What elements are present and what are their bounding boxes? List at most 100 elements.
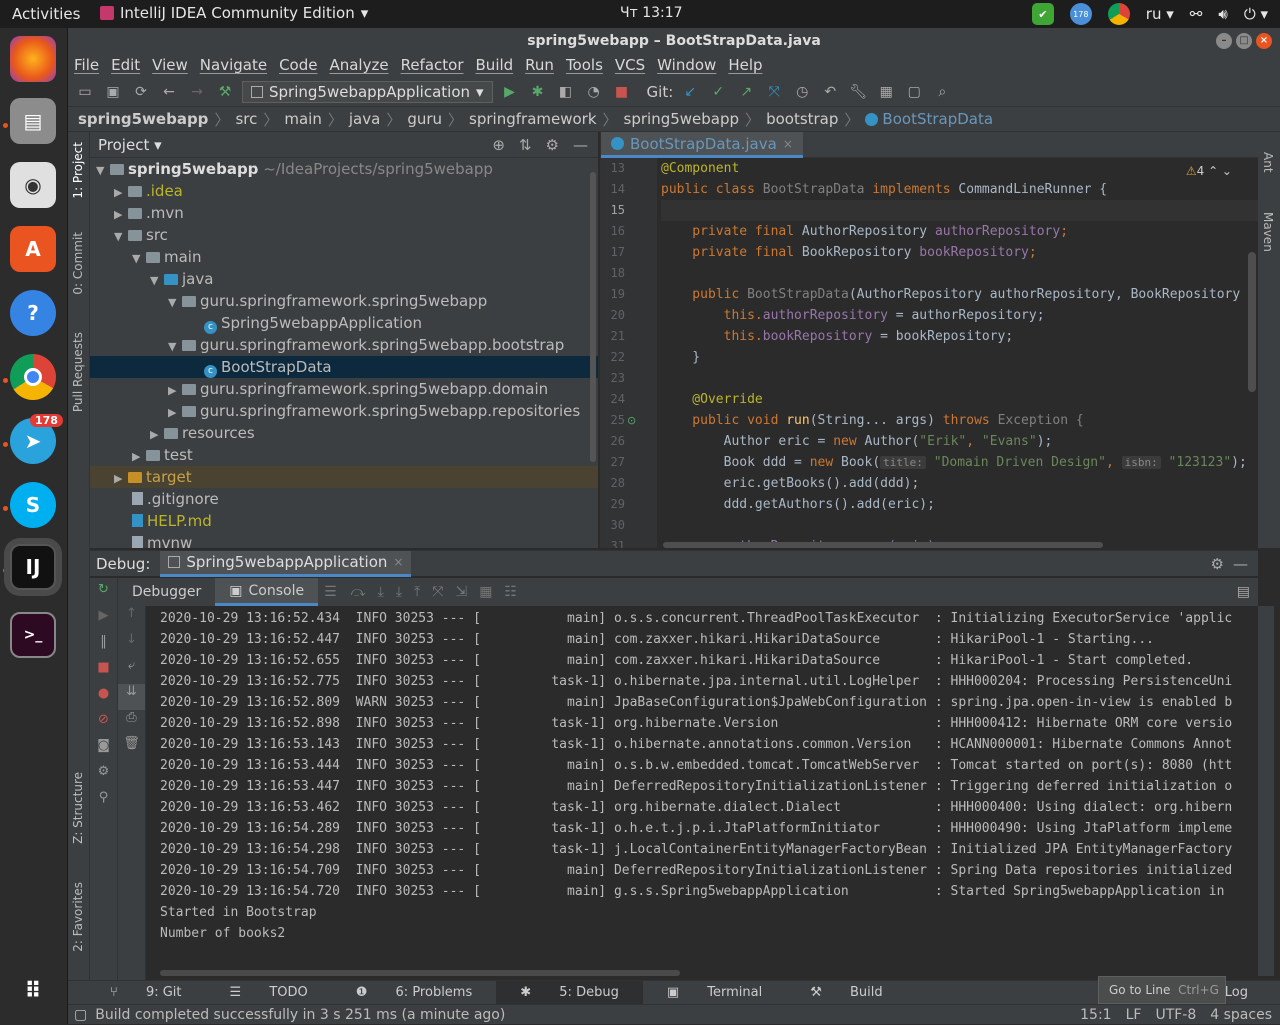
tab-debugger[interactable]: Debugger — [118, 578, 215, 606]
tree-item-java[interactable]: ▼ java — [90, 268, 598, 290]
tree-item-bootstrap-package[interactable]: ▼ guru.springframework.spring5webapp.boot… — [90, 334, 598, 356]
intellij-dock-icon[interactable]: IJ — [10, 544, 56, 590]
menu-window[interactable]: Window — [651, 54, 722, 78]
history-icon[interactable]: ◷ — [791, 81, 813, 103]
status-message[interactable]: Build completed successfully in 3 s 251 … — [95, 1007, 505, 1023]
console-horizontal-scrollbar[interactable] — [160, 970, 680, 976]
tree-item-bootstrapdata[interactable]: c BootStrapData — [90, 356, 598, 378]
git-merge-icon[interactable]: ⤧ — [763, 81, 785, 103]
skype-icon[interactable]: S — [10, 482, 56, 528]
tree-item-test[interactable]: ▶ test — [90, 444, 598, 466]
tool-tab-favorites[interactable]: 2: Favorites — [71, 882, 85, 952]
menu-help[interactable]: Help — [722, 54, 768, 78]
trash-icon[interactable]: 🗑︎ — [118, 736, 145, 762]
file-encoding[interactable]: UTF-8 — [1155, 1005, 1196, 1025]
editor-vertical-scrollbar[interactable] — [1248, 252, 1256, 392]
editor-tab-bootstrapdata[interactable]: BootStrapData.java × — [601, 132, 803, 158]
run-icon[interactable]: ▶ — [499, 81, 521, 103]
tree-item-idea[interactable]: ▶ .idea — [90, 180, 598, 202]
tool-tab-commit[interactable]: 0: Commit — [71, 232, 85, 295]
volume-icon[interactable]: 🔊︎ — [1218, 5, 1227, 23]
code-text[interactable]: @Component public class BootStrapData im… — [661, 158, 1258, 548]
search-icon[interactable]: ⌕ — [931, 81, 953, 103]
project-view-select[interactable]: Project ▾ — [98, 136, 162, 154]
close-tab-icon[interactable]: × — [393, 555, 403, 569]
step-out-icon[interactable]: ⤒ — [414, 584, 420, 600]
chrome-icon[interactable] — [10, 354, 56, 400]
rhythmbox-icon[interactable]: ◉ — [10, 162, 56, 208]
layout-icon[interactable]: ▤ — [1237, 584, 1250, 600]
hide-icon[interactable]: — — [573, 136, 588, 154]
breadcrumb-main[interactable]: main — [284, 110, 321, 128]
tree-item-help[interactable]: HELP.md — [90, 510, 598, 532]
menu-vcs[interactable]: VCS — [609, 54, 651, 78]
tool-tab-maven[interactable]: Maven — [1261, 212, 1275, 252]
status-layout-icon[interactable]: ▢ — [74, 1007, 87, 1023]
collapse-all-icon[interactable]: ⇅ — [519, 136, 532, 154]
rollback-icon[interactable]: ↶ — [819, 81, 841, 103]
menu-run[interactable]: Run — [519, 54, 560, 78]
wrench-icon[interactable]: 🔧︎ — [847, 81, 869, 103]
tree-item-mvn[interactable]: ▶ .mvn — [90, 202, 598, 224]
app-grid-icon[interactable]: ⠿ — [10, 968, 56, 1014]
tree-item-target[interactable]: ▶ target — [90, 466, 598, 488]
menu-build[interactable]: Build — [470, 54, 520, 78]
settings-icon[interactable]: ⚙ — [90, 764, 117, 790]
back-icon[interactable]: ← — [158, 81, 180, 103]
mute-breakpoints-icon[interactable]: ⊘ — [90, 712, 117, 738]
maximize-icon[interactable]: □ — [1236, 33, 1252, 49]
build-hammer-icon[interactable]: ⚒ — [214, 81, 236, 103]
print-icon[interactable]: ⎙ — [118, 710, 145, 736]
minimize-icon[interactable]: – — [1216, 33, 1232, 49]
resume-icon[interactable]: ▶ — [90, 608, 117, 634]
tree-item-package[interactable]: ▼ guru.springframework.spring5webapp — [90, 290, 598, 312]
git-update-icon[interactable]: ↙ — [679, 81, 701, 103]
stop-icon[interactable]: ■ — [611, 81, 633, 103]
breadcrumb-java[interactable]: java — [349, 110, 380, 128]
firefox-icon[interactable] — [10, 36, 56, 82]
activities-button[interactable]: Activities — [12, 5, 80, 23]
menu-code[interactable]: Code — [273, 54, 323, 78]
editor-horizontal-scrollbar[interactable] — [663, 542, 1103, 548]
tool-tab-pull-requests[interactable]: Pull Requests — [71, 332, 85, 412]
tree-item-main[interactable]: ▼ main — [90, 246, 598, 268]
indent-setting[interactable]: 4 spaces — [1210, 1005, 1272, 1025]
help-icon[interactable]: ? — [10, 290, 56, 336]
tool-tab-problems[interactable]: ❶ 6: Problems — [332, 981, 497, 1005]
network-icon[interactable]: ⚯ — [1190, 5, 1203, 23]
close-tab-icon[interactable]: × — [783, 137, 793, 151]
sync-icon[interactable]: ⟳ — [130, 81, 152, 103]
tool-tab-git[interactable]: ⑂ 9: Git — [68, 981, 206, 1005]
git-push-icon[interactable]: ↗ — [735, 81, 757, 103]
check-icon[interactable]: ✔ — [1031, 3, 1054, 25]
language-indicator[interactable]: ru ▾ — [1146, 5, 1174, 23]
force-step-into-icon[interactable]: ⤓ — [396, 584, 402, 600]
stop-icon[interactable]: ■ — [90, 660, 117, 686]
tool-tab-build[interactable]: ⚒ Build — [786, 981, 906, 1005]
app-menu[interactable]: IntelliJ IDEA Community Edition ▾ — [100, 4, 368, 22]
tree-item-domain[interactable]: ▶ guru.springframework.spring5webapp.doma… — [90, 378, 598, 400]
menu-file[interactable]: File — [68, 54, 105, 78]
pin-icon[interactable]: ⚲ — [90, 790, 117, 816]
gear-icon[interactable]: ⚙ — [546, 136, 559, 154]
tool-tab-terminal[interactable]: ▣ Terminal — [643, 981, 786, 1005]
tree-item-repositories[interactable]: ▶ guru.springframework.spring5webapp.repo… — [90, 400, 598, 422]
drop-frame-icon[interactable]: ⤧ — [432, 584, 443, 600]
rerun-icon[interactable]: ↻ — [90, 582, 117, 608]
line-separator[interactable]: LF — [1126, 1005, 1142, 1025]
tool-tab-structure[interactable]: Z: Structure — [71, 772, 85, 844]
breadcrumb-springframework[interactable]: springframework — [469, 110, 596, 128]
console-output[interactable]: 2020-10-29 13:16:52.434 INFO 30253 --- [… — [148, 608, 1256, 970]
console-vertical-scrollbar[interactable] — [1258, 606, 1274, 976]
locate-icon[interactable]: ⊕ — [492, 136, 505, 154]
caret-position[interactable]: 15:1 — [1080, 1005, 1111, 1025]
presentation-icon[interactable]: ▢ — [903, 81, 925, 103]
open-folder-icon[interactable]: ▭ — [74, 81, 96, 103]
tool-tab-debug[interactable]: ✱ 5: Debug — [496, 980, 643, 1005]
soft-wrap-icon[interactable]: ⤶ — [118, 658, 145, 684]
menu-edit[interactable]: Edit — [105, 54, 146, 78]
git-commit-icon[interactable]: ✓ — [707, 81, 729, 103]
power-icon[interactable]: ⏻ ▾ — [1244, 5, 1268, 23]
coverage-icon[interactable]: ◧ — [555, 81, 577, 103]
gear-icon[interactable]: ⚙ — [1211, 555, 1224, 573]
